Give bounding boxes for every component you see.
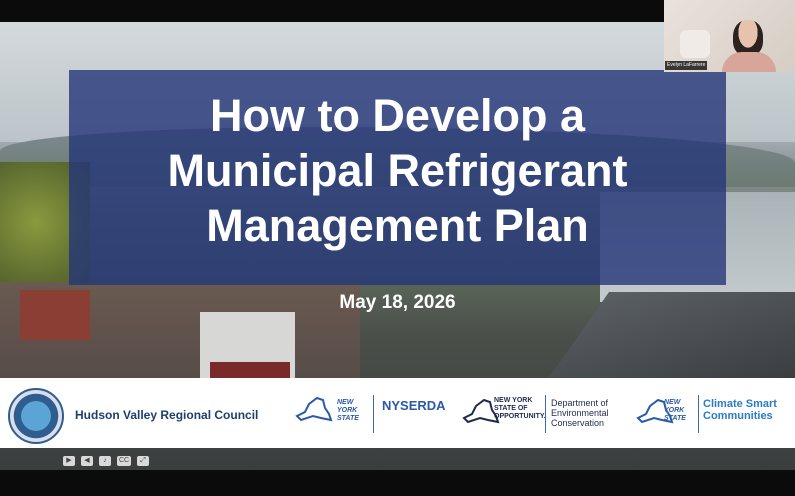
- dec-line-2: Environmental: [551, 408, 609, 418]
- dec-logo: Department of Environmental Conservation: [551, 398, 609, 428]
- logo-divider: [373, 395, 374, 433]
- slide-date: May 18, 2026: [339, 292, 456, 313]
- nyserda-logo: NYSERDA: [382, 398, 446, 413]
- player-controls: ▶ ◀ ♪ CC ⤢: [63, 455, 149, 467]
- slide-title: How to Develop a Municipal Refrigerant M…: [69, 88, 726, 253]
- fullscreen-icon[interactable]: ⤢: [137, 456, 149, 466]
- video-background-object: [680, 30, 710, 58]
- title-line-2: Municipal Refrigerant: [167, 145, 628, 196]
- csc-line-1: Climate Smart: [703, 398, 777, 410]
- volume-icon[interactable]: ♪: [99, 456, 111, 466]
- participant-name-label: Evelyn LaFarrere: [665, 61, 708, 70]
- nys-wordmark-1: NEW YORK STATE: [337, 399, 359, 422]
- title-line-1: How to Develop a: [209, 90, 586, 141]
- nys-wordmark-3: NEW YORK STATE: [664, 399, 686, 422]
- previous-icon[interactable]: ◀: [81, 456, 93, 466]
- new-york-state-map-icon: [295, 396, 333, 422]
- bottom-black-bar: [0, 470, 795, 496]
- play-icon[interactable]: ▶: [63, 456, 75, 466]
- captions-button[interactable]: CC: [117, 456, 131, 466]
- hvrc-seal-logo: [8, 388, 64, 444]
- climate-smart-communities-logo: Climate Smart Communities: [703, 398, 777, 422]
- participant-head: [733, 20, 763, 56]
- dec-line-1: Department of: [551, 398, 609, 408]
- logo-divider: [698, 395, 699, 433]
- logo-divider: [545, 395, 546, 433]
- title-line-3: Management Plan: [206, 200, 589, 251]
- hvrc-name: Hudson Valley Regional Council: [75, 408, 259, 422]
- participant-body: [722, 52, 776, 72]
- dec-line-3: Conservation: [551, 418, 605, 428]
- nys-opportunity-wordmark: NEW YORK STATE OF OPPORTUNITY.: [494, 397, 546, 420]
- csc-line-2: Communities: [703, 410, 773, 422]
